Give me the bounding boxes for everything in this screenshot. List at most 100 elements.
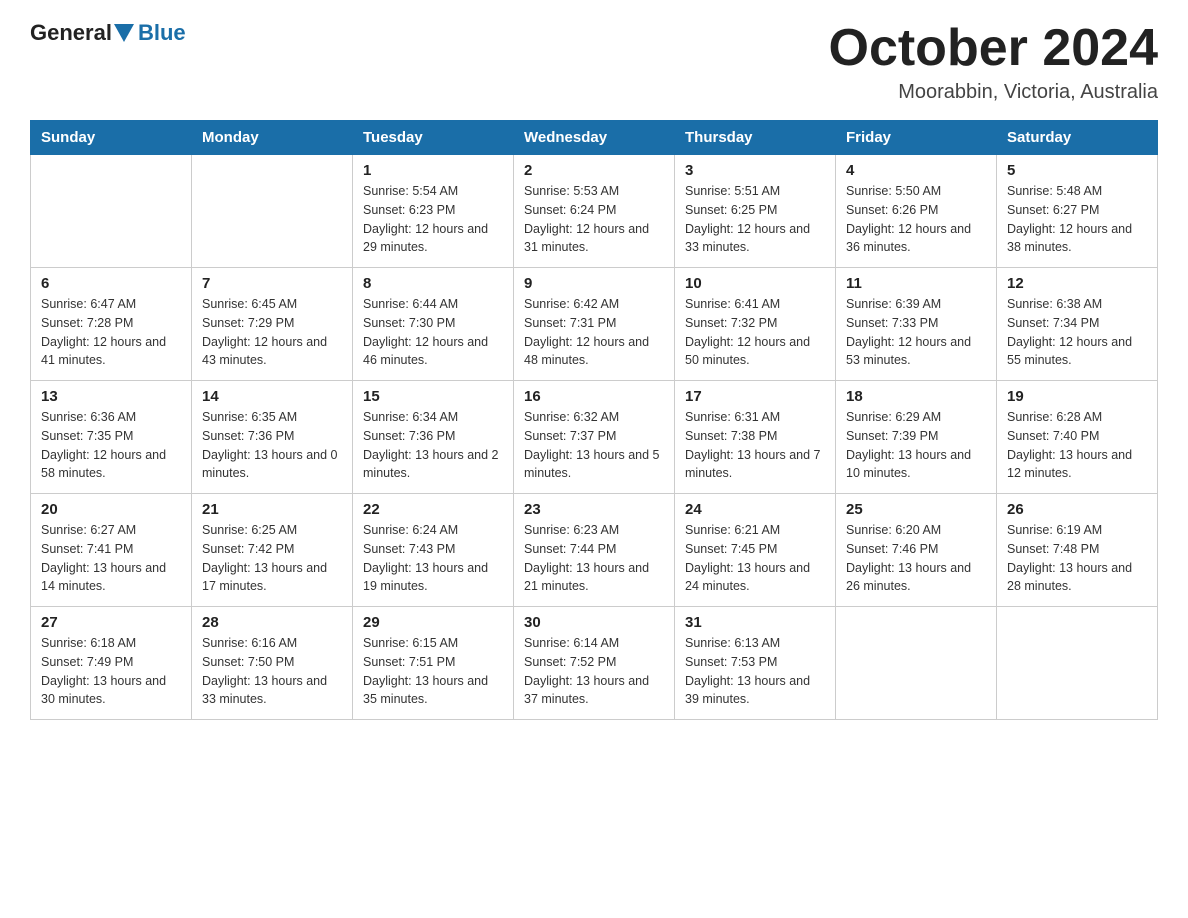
calendar-week-row: 27 Sunrise: 6:18 AMSunset: 7:49 PMDayligh… [31,607,1158,720]
weekday-header-friday: Friday [836,121,997,155]
day-number: 25 [846,501,986,518]
day-info: Sunrise: 6:41 AMSunset: 7:32 PMDaylight:… [685,295,825,370]
calendar-cell: 5 Sunrise: 5:48 AMSunset: 6:27 PMDaylight… [997,155,1158,268]
calendar-title: October 2024 [829,20,1159,77]
calendar-cell [997,607,1158,720]
calendar-cell: 23 Sunrise: 6:23 AMSunset: 7:44 PMDayligh… [514,494,675,607]
calendar-cell [836,607,997,720]
day-number: 11 [846,275,986,292]
day-number: 23 [524,501,664,518]
day-info: Sunrise: 6:23 AMSunset: 7:44 PMDaylight:… [524,521,664,596]
day-number: 13 [41,388,181,405]
calendar-table: SundayMondayTuesdayWednesdayThursdayFrid… [30,120,1158,720]
day-number: 9 [524,275,664,292]
calendar-cell: 7 Sunrise: 6:45 AMSunset: 7:29 PMDaylight… [192,268,353,381]
weekday-header-wednesday: Wednesday [514,121,675,155]
day-number: 3 [685,162,825,179]
day-info: Sunrise: 6:44 AMSunset: 7:30 PMDaylight:… [363,295,503,370]
day-number: 6 [41,275,181,292]
calendar-cell: 2Sunrise: 5:53 AMSunset: 6:24 PMDaylight… [514,155,675,268]
day-info: Sunrise: 6:42 AMSunset: 7:31 PMDaylight:… [524,295,664,370]
calendar-cell: 22 Sunrise: 6:24 AMSunset: 7:43 PMDayligh… [353,494,514,607]
day-info: Sunrise: 6:27 AMSunset: 7:41 PMDaylight:… [41,521,181,596]
calendar-location: Moorabbin, Victoria, Australia [829,81,1159,104]
day-info: Sunrise: 6:16 AMSunset: 7:50 PMDaylight:… [202,634,342,709]
day-number: 2 [524,162,664,179]
calendar-cell: 20 Sunrise: 6:27 AMSunset: 7:41 PMDayligh… [31,494,192,607]
weekday-header-saturday: Saturday [997,121,1158,155]
day-info: Sunrise: 6:19 AMSunset: 7:48 PMDaylight:… [1007,521,1147,596]
day-number: 15 [363,388,503,405]
day-info: Sunrise: 6:45 AMSunset: 7:29 PMDaylight:… [202,295,342,370]
day-number: 27 [41,614,181,631]
calendar-week-row: 13 Sunrise: 6:36 AMSunset: 7:35 PMDayligh… [31,381,1158,494]
weekday-header-row: SundayMondayTuesdayWednesdayThursdayFrid… [31,121,1158,155]
calendar-cell: 14 Sunrise: 6:35 AMSunset: 7:36 PMDayligh… [192,381,353,494]
calendar-cell: 28 Sunrise: 6:16 AMSunset: 7:50 PMDayligh… [192,607,353,720]
calendar-cell: 16 Sunrise: 6:32 AMSunset: 7:37 PMDayligh… [514,381,675,494]
weekday-header-monday: Monday [192,121,353,155]
day-info: Sunrise: 6:39 AMSunset: 7:33 PMDaylight:… [846,295,986,370]
day-info: Sunrise: 6:18 AMSunset: 7:49 PMDaylight:… [41,634,181,709]
day-number: 10 [685,275,825,292]
calendar-week-row: 1 Sunrise: 5:54 AMSunset: 6:23 PMDaylight… [31,155,1158,268]
calendar-cell: 13 Sunrise: 6:36 AMSunset: 7:35 PMDayligh… [31,381,192,494]
day-number: 26 [1007,501,1147,518]
calendar-week-row: 20 Sunrise: 6:27 AMSunset: 7:41 PMDayligh… [31,494,1158,607]
day-info: Sunrise: 6:36 AMSunset: 7:35 PMDaylight:… [41,408,181,483]
calendar-cell: 25 Sunrise: 6:20 AMSunset: 7:46 PMDayligh… [836,494,997,607]
calendar-cell: 21Sunrise: 6:25 AMSunset: 7:42 PMDayligh… [192,494,353,607]
day-info: Sunrise: 6:28 AMSunset: 7:40 PMDaylight:… [1007,408,1147,483]
calendar-cell: 19 Sunrise: 6:28 AMSunset: 7:40 PMDayligh… [997,381,1158,494]
day-number: 31 [685,614,825,631]
day-info: Sunrise: 6:14 AMSunset: 7:52 PMDaylight:… [524,634,664,709]
calendar-cell: 27 Sunrise: 6:18 AMSunset: 7:49 PMDayligh… [31,607,192,720]
day-info: Sunrise: 5:48 AMSunset: 6:27 PMDaylight:… [1007,182,1147,257]
calendar-cell: 12 Sunrise: 6:38 AMSunset: 7:34 PMDayligh… [997,268,1158,381]
calendar-cell: 17Sunrise: 6:31 AMSunset: 7:38 PMDayligh… [675,381,836,494]
day-number: 7 [202,275,342,292]
calendar-cell: 15 Sunrise: 6:34 AMSunset: 7:36 PMDayligh… [353,381,514,494]
day-number: 30 [524,614,664,631]
day-info: Sunrise: 6:38 AMSunset: 7:34 PMDaylight:… [1007,295,1147,370]
day-info: Sunrise: 6:20 AMSunset: 7:46 PMDaylight:… [846,521,986,596]
calendar-week-row: 6 Sunrise: 6:47 AMSunset: 7:28 PMDaylight… [31,268,1158,381]
day-number: 14 [202,388,342,405]
calendar-cell: 8 Sunrise: 6:44 AMSunset: 7:30 PMDaylight… [353,268,514,381]
day-number: 1 [363,162,503,179]
calendar-cell [31,155,192,268]
day-info: Sunrise: 6:32 AMSunset: 7:37 PMDaylight:… [524,408,664,483]
day-info: Sunrise: 6:34 AMSunset: 7:36 PMDaylight:… [363,408,503,483]
day-info: Sunrise: 6:47 AMSunset: 7:28 PMDaylight:… [41,295,181,370]
day-number: 19 [1007,388,1147,405]
day-number: 20 [41,501,181,518]
calendar-cell: 1 Sunrise: 5:54 AMSunset: 6:23 PMDaylight… [353,155,514,268]
day-info: Sunrise: 5:54 AMSunset: 6:23 PMDaylight:… [363,182,503,257]
day-number: 4 [846,162,986,179]
calendar-cell: 30 Sunrise: 6:14 AMSunset: 7:52 PMDayligh… [514,607,675,720]
day-number: 24 [685,501,825,518]
logo-general-text: General [30,20,112,46]
logo-blue-text: Blue [138,20,186,46]
day-number: 12 [1007,275,1147,292]
day-info: Sunrise: 6:15 AMSunset: 7:51 PMDaylight:… [363,634,503,709]
day-info: Sunrise: 6:24 AMSunset: 7:43 PMDaylight:… [363,521,503,596]
logo: General Blue [30,20,186,46]
day-number: 5 [1007,162,1147,179]
day-number: 8 [363,275,503,292]
calendar-cell: 11 Sunrise: 6:39 AMSunset: 7:33 PMDayligh… [836,268,997,381]
day-info: Sunrise: 6:29 AMSunset: 7:39 PMDaylight:… [846,408,986,483]
calendar-cell: 24Sunrise: 6:21 AMSunset: 7:45 PMDayligh… [675,494,836,607]
day-number: 22 [363,501,503,518]
day-info: Sunrise: 6:13 AMSunset: 7:53 PMDaylight:… [685,634,825,709]
calendar-cell [192,155,353,268]
day-number: 28 [202,614,342,631]
day-info: Sunrise: 6:35 AMSunset: 7:36 PMDaylight:… [202,408,342,483]
logo-arrow-icon [114,24,134,42]
calendar-cell: 31 Sunrise: 6:13 AMSunset: 7:53 PMDayligh… [675,607,836,720]
day-number: 18 [846,388,986,405]
day-number: 16 [524,388,664,405]
calendar-cell: 3Sunrise: 5:51 AMSunset: 6:25 PMDaylight… [675,155,836,268]
weekday-header-tuesday: Tuesday [353,121,514,155]
day-number: 17 [685,388,825,405]
